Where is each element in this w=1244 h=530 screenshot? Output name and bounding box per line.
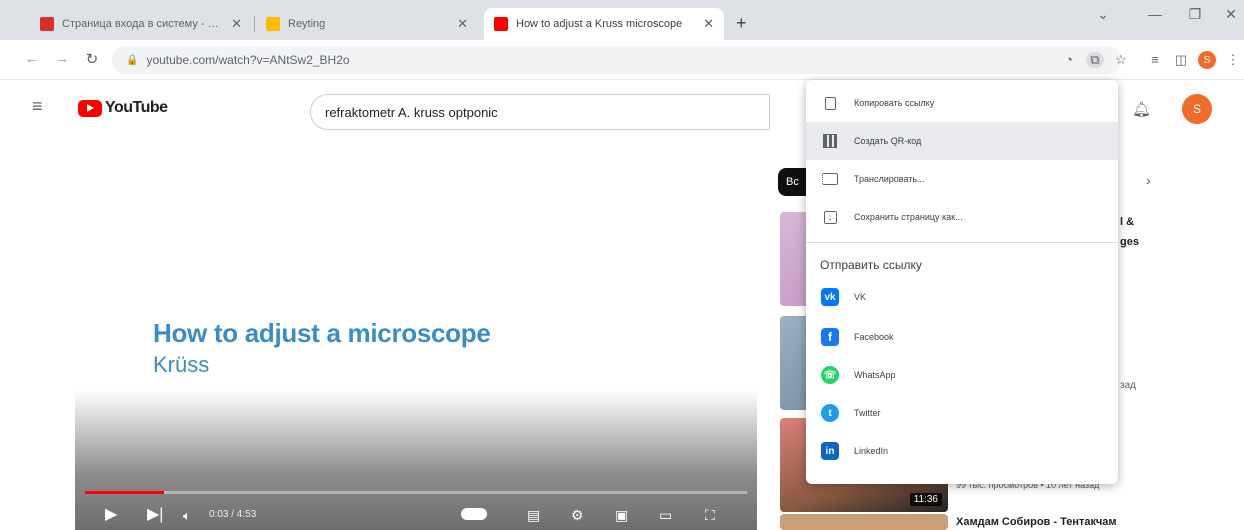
tab-youtube[interactable]: How to adjust a Kruss microscope ✕: [484, 8, 724, 40]
linkedin-icon: in: [820, 441, 840, 461]
login-favicon-icon: [40, 17, 54, 31]
share-heading: Отправить ссылку: [820, 258, 922, 272]
autoplay-toggle[interactable]: [461, 508, 487, 520]
menu-item-label: Facebook: [854, 332, 894, 342]
back-icon[interactable]: ←: [22, 50, 42, 67]
next-icon[interactable]: ▶|: [147, 504, 163, 524]
close-tab-icon[interactable]: ✕: [223, 16, 242, 32]
video-subtitle: Krüss: [153, 352, 210, 377]
youtube-play-icon: [78, 99, 102, 117]
create-qr-item[interactable]: Создать QR-код: [806, 122, 1118, 160]
play-icon[interactable]: ▶: [105, 504, 117, 524]
share-twitter-item[interactable]: t Twitter: [806, 394, 1118, 432]
progress-fill: [85, 491, 165, 494]
video-title-fragment: ges: [1120, 236, 1139, 248]
close-tab-icon[interactable]: ✕: [449, 16, 468, 32]
facebook-icon: f: [820, 327, 840, 347]
side-panel-icon[interactable]: ◫: [1172, 52, 1190, 68]
lock-icon: 🔒: [126, 54, 139, 66]
time-display: 0:03 / 4:53: [209, 509, 257, 520]
volume-icon[interactable]: 🔈︎: [183, 508, 191, 524]
miniplayer-icon[interactable]: ▣: [615, 507, 628, 524]
menu-item-label: Twitter: [854, 408, 881, 418]
tab-title: Страница входа в систему - Ko...: [62, 18, 224, 30]
maximize-icon[interactable]: ❐: [1180, 6, 1210, 23]
chevron-right-icon[interactable]: ›: [1146, 172, 1151, 188]
share-icon[interactable]: ⧉: [1086, 52, 1104, 68]
youtube-logo[interactable]: YouTube: [78, 99, 168, 117]
address-text: youtube.com/watch?v=ANtSw2_BH2o: [146, 53, 350, 67]
progress-bar[interactable]: [85, 491, 747, 494]
video-title-fragment: l &: [1120, 216, 1135, 228]
video-title[interactable]: Хамдам Собиров - Тентакчам: [956, 516, 1117, 528]
google-lens-icon[interactable]: ◔: [1060, 52, 1078, 67]
save-page-icon: ↓: [820, 207, 840, 227]
reyting-favicon-icon: [266, 17, 280, 31]
share-linkedin-item[interactable]: in LinkedIn: [806, 432, 1118, 470]
settings-gear-icon[interactable]: ⚙: [571, 507, 584, 524]
close-window-icon[interactable]: ✕: [1216, 6, 1244, 23]
reading-list-icon[interactable]: ≡: [1146, 52, 1164, 67]
tab-search-icon[interactable]: ⌄: [1088, 6, 1118, 23]
close-tab-icon[interactable]: ✕: [695, 16, 714, 32]
share-menu: Копировать ссылку Создать QR-код Трансли…: [806, 80, 1118, 484]
tab-reyting[interactable]: Reyting ✕: [256, 8, 478, 40]
twitter-icon: t: [820, 403, 840, 423]
video-meta-fragment: зад: [1120, 380, 1136, 391]
qr-code-icon: [820, 131, 840, 151]
copy-icon: [820, 93, 840, 113]
fullscreen-icon[interactable]: ⛶: [705, 507, 715, 524]
reload-icon[interactable]: ↻: [82, 50, 102, 68]
menu-item-label: VK: [854, 292, 867, 302]
bookmark-star-icon[interactable]: ☆: [1112, 52, 1130, 68]
player-gradient: [75, 390, 757, 530]
subtitles-icon[interactable]: ▤: [527, 507, 540, 524]
minimize-icon[interactable]: —: [1140, 6, 1170, 22]
menu-item-label: Транслировать...: [854, 174, 925, 184]
account-avatar[interactable]: S: [1182, 94, 1212, 124]
share-facebook-item[interactable]: f Facebook: [806, 318, 1118, 356]
tab-strip: Страница входа в систему - Ko... ✕ Reyti…: [0, 0, 1244, 40]
youtube-logo-text: YouTube: [105, 99, 168, 116]
tab-divider: [254, 16, 255, 32]
cast-icon: [820, 169, 840, 189]
youtube-favicon-icon: [494, 17, 508, 31]
hamburger-menu-icon[interactable]: ≡: [32, 96, 43, 117]
menu-item-label: Копировать ссылку: [854, 98, 935, 108]
copy-link-item[interactable]: Копировать ссылку: [806, 84, 1118, 122]
more-menu-icon[interactable]: ⋮: [1224, 52, 1242, 68]
tab-title: How to adjust a Kruss microscope: [516, 18, 683, 30]
tab-title: Reyting: [288, 18, 326, 30]
share-vk-item[interactable]: vk VK: [806, 278, 1118, 316]
vk-icon: vk: [820, 287, 840, 307]
video-thumbnail[interactable]: [780, 514, 948, 530]
whatsapp-icon: ☏: [820, 365, 840, 385]
menu-item-label: LinkedIn: [854, 446, 889, 456]
bell-icon[interactable]: 🔔︎: [1132, 100, 1151, 118]
video-title: How to adjust a microscope: [153, 318, 491, 348]
video-duration: 11:36: [909, 493, 942, 506]
address-bar[interactable]: 🔒 youtube.com/watch?v=ANtSw2_BH2o: [112, 46, 1122, 74]
profile-avatar[interactable]: S: [1198, 51, 1216, 69]
share-whatsapp-item[interactable]: ☏ WhatsApp: [806, 356, 1118, 394]
video-player[interactable]: How to adjust a microscope Krüss ▶ ▶| 🔈︎…: [75, 158, 757, 530]
tab-login[interactable]: Страница входа в систему - Ko... ✕: [30, 8, 252, 40]
theater-mode-icon[interactable]: ▭: [659, 507, 672, 524]
save-page-item[interactable]: ↓ Сохранить страницу как...: [806, 198, 1118, 236]
new-tab-button[interactable]: +: [736, 13, 747, 34]
menu-item-label: WhatsApp: [854, 370, 896, 380]
menu-item-label: Сохранить страницу как...: [854, 212, 963, 222]
menu-divider: [806, 242, 1118, 243]
search-input[interactable]: refraktometr A. kruss optponic: [310, 94, 770, 130]
forward-icon[interactable]: →: [52, 50, 72, 67]
cast-item[interactable]: Транслировать...: [806, 160, 1118, 198]
menu-item-label: Создать QR-код: [854, 136, 922, 146]
browser-toolbar: ← → ↻ 🔒 youtube.com/watch?v=ANtSw2_BH2o …: [0, 40, 1244, 80]
